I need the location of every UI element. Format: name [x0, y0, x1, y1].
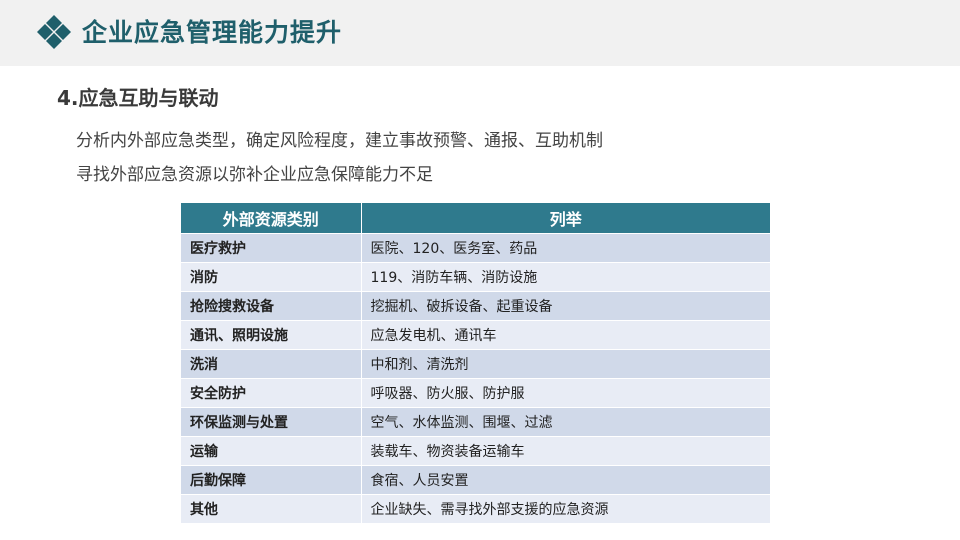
column-header-examples: 列举: [361, 203, 770, 234]
category-cell: 运输: [181, 436, 362, 466]
table-header-row: 外部资源类别 列举: [181, 203, 770, 234]
items-cell: 中和剂、清洗剂: [361, 349, 770, 379]
category-cell: 环保监测与处置: [181, 407, 362, 437]
table-row: 环保监测与处置 空气、水体监测、围堰、过滤: [181, 407, 770, 437]
category-cell: 通讯、照明设施: [181, 320, 362, 350]
items-cell: 食宿、人员安置: [361, 465, 770, 495]
category-cell: 其他: [181, 494, 362, 523]
items-cell: 呼吸器、防火服、防护服: [361, 378, 770, 408]
items-cell: 挖掘机、破拆设备、起重设备: [361, 291, 770, 321]
category-cell: 安全防护: [181, 378, 362, 408]
table-row: 运输 装载车、物资装备运输车: [181, 436, 770, 466]
items-cell: 医院、120、医务室、药品: [361, 233, 770, 263]
table-row: 医疗救护 医院、120、医务室、药品: [181, 233, 770, 263]
category-cell: 医疗救护: [181, 233, 362, 263]
table-row: 消防 119、消防车辆、消防设施: [181, 262, 770, 292]
description-line-1: 分析内外部应急类型，确定风险程度，建立事故预警、通报、互助机制: [76, 131, 603, 151]
external-resources-table: 外部资源类别 列举 医疗救护 医院、120、医务室、药品 消防 119、消防车辆…: [181, 203, 770, 523]
table-row: 其他 企业缺失、需寻找外部支援的应急资源: [181, 494, 770, 523]
table-row: 洗消 中和剂、清洗剂: [181, 349, 770, 379]
category-cell: 消防: [181, 262, 362, 292]
title-bar: 企业应急管理能力提升: [0, 0, 960, 66]
items-cell: 装载车、物资装备运输车: [361, 436, 770, 466]
diamond-logo-icon: [37, 15, 71, 49]
table-row: 通讯、照明设施 应急发电机、通讯车: [181, 320, 770, 350]
category-cell: 抢险搜救设备: [181, 291, 362, 321]
column-header-category: 外部资源类别: [181, 203, 362, 234]
description-line-2: 寻找外部应急资源以弥补企业应急保障能力不足: [76, 165, 433, 185]
page-title: 企业应急管理能力提升: [82, 18, 343, 47]
section-title: 4.应急互助与联动: [57, 86, 219, 110]
category-cell: 后勤保障: [181, 465, 362, 495]
table-row: 抢险搜救设备 挖掘机、破拆设备、起重设备: [181, 291, 770, 321]
items-cell: 应急发电机、通讯车: [361, 320, 770, 350]
items-cell: 空气、水体监测、围堰、过滤: [361, 407, 770, 437]
items-cell: 企业缺失、需寻找外部支援的应急资源: [361, 494, 770, 523]
table-row: 安全防护 呼吸器、防火服、防护服: [181, 378, 770, 408]
category-cell: 洗消: [181, 349, 362, 379]
table-row: 后勤保障 食宿、人员安置: [181, 465, 770, 495]
items-cell: 119、消防车辆、消防设施: [361, 262, 770, 292]
